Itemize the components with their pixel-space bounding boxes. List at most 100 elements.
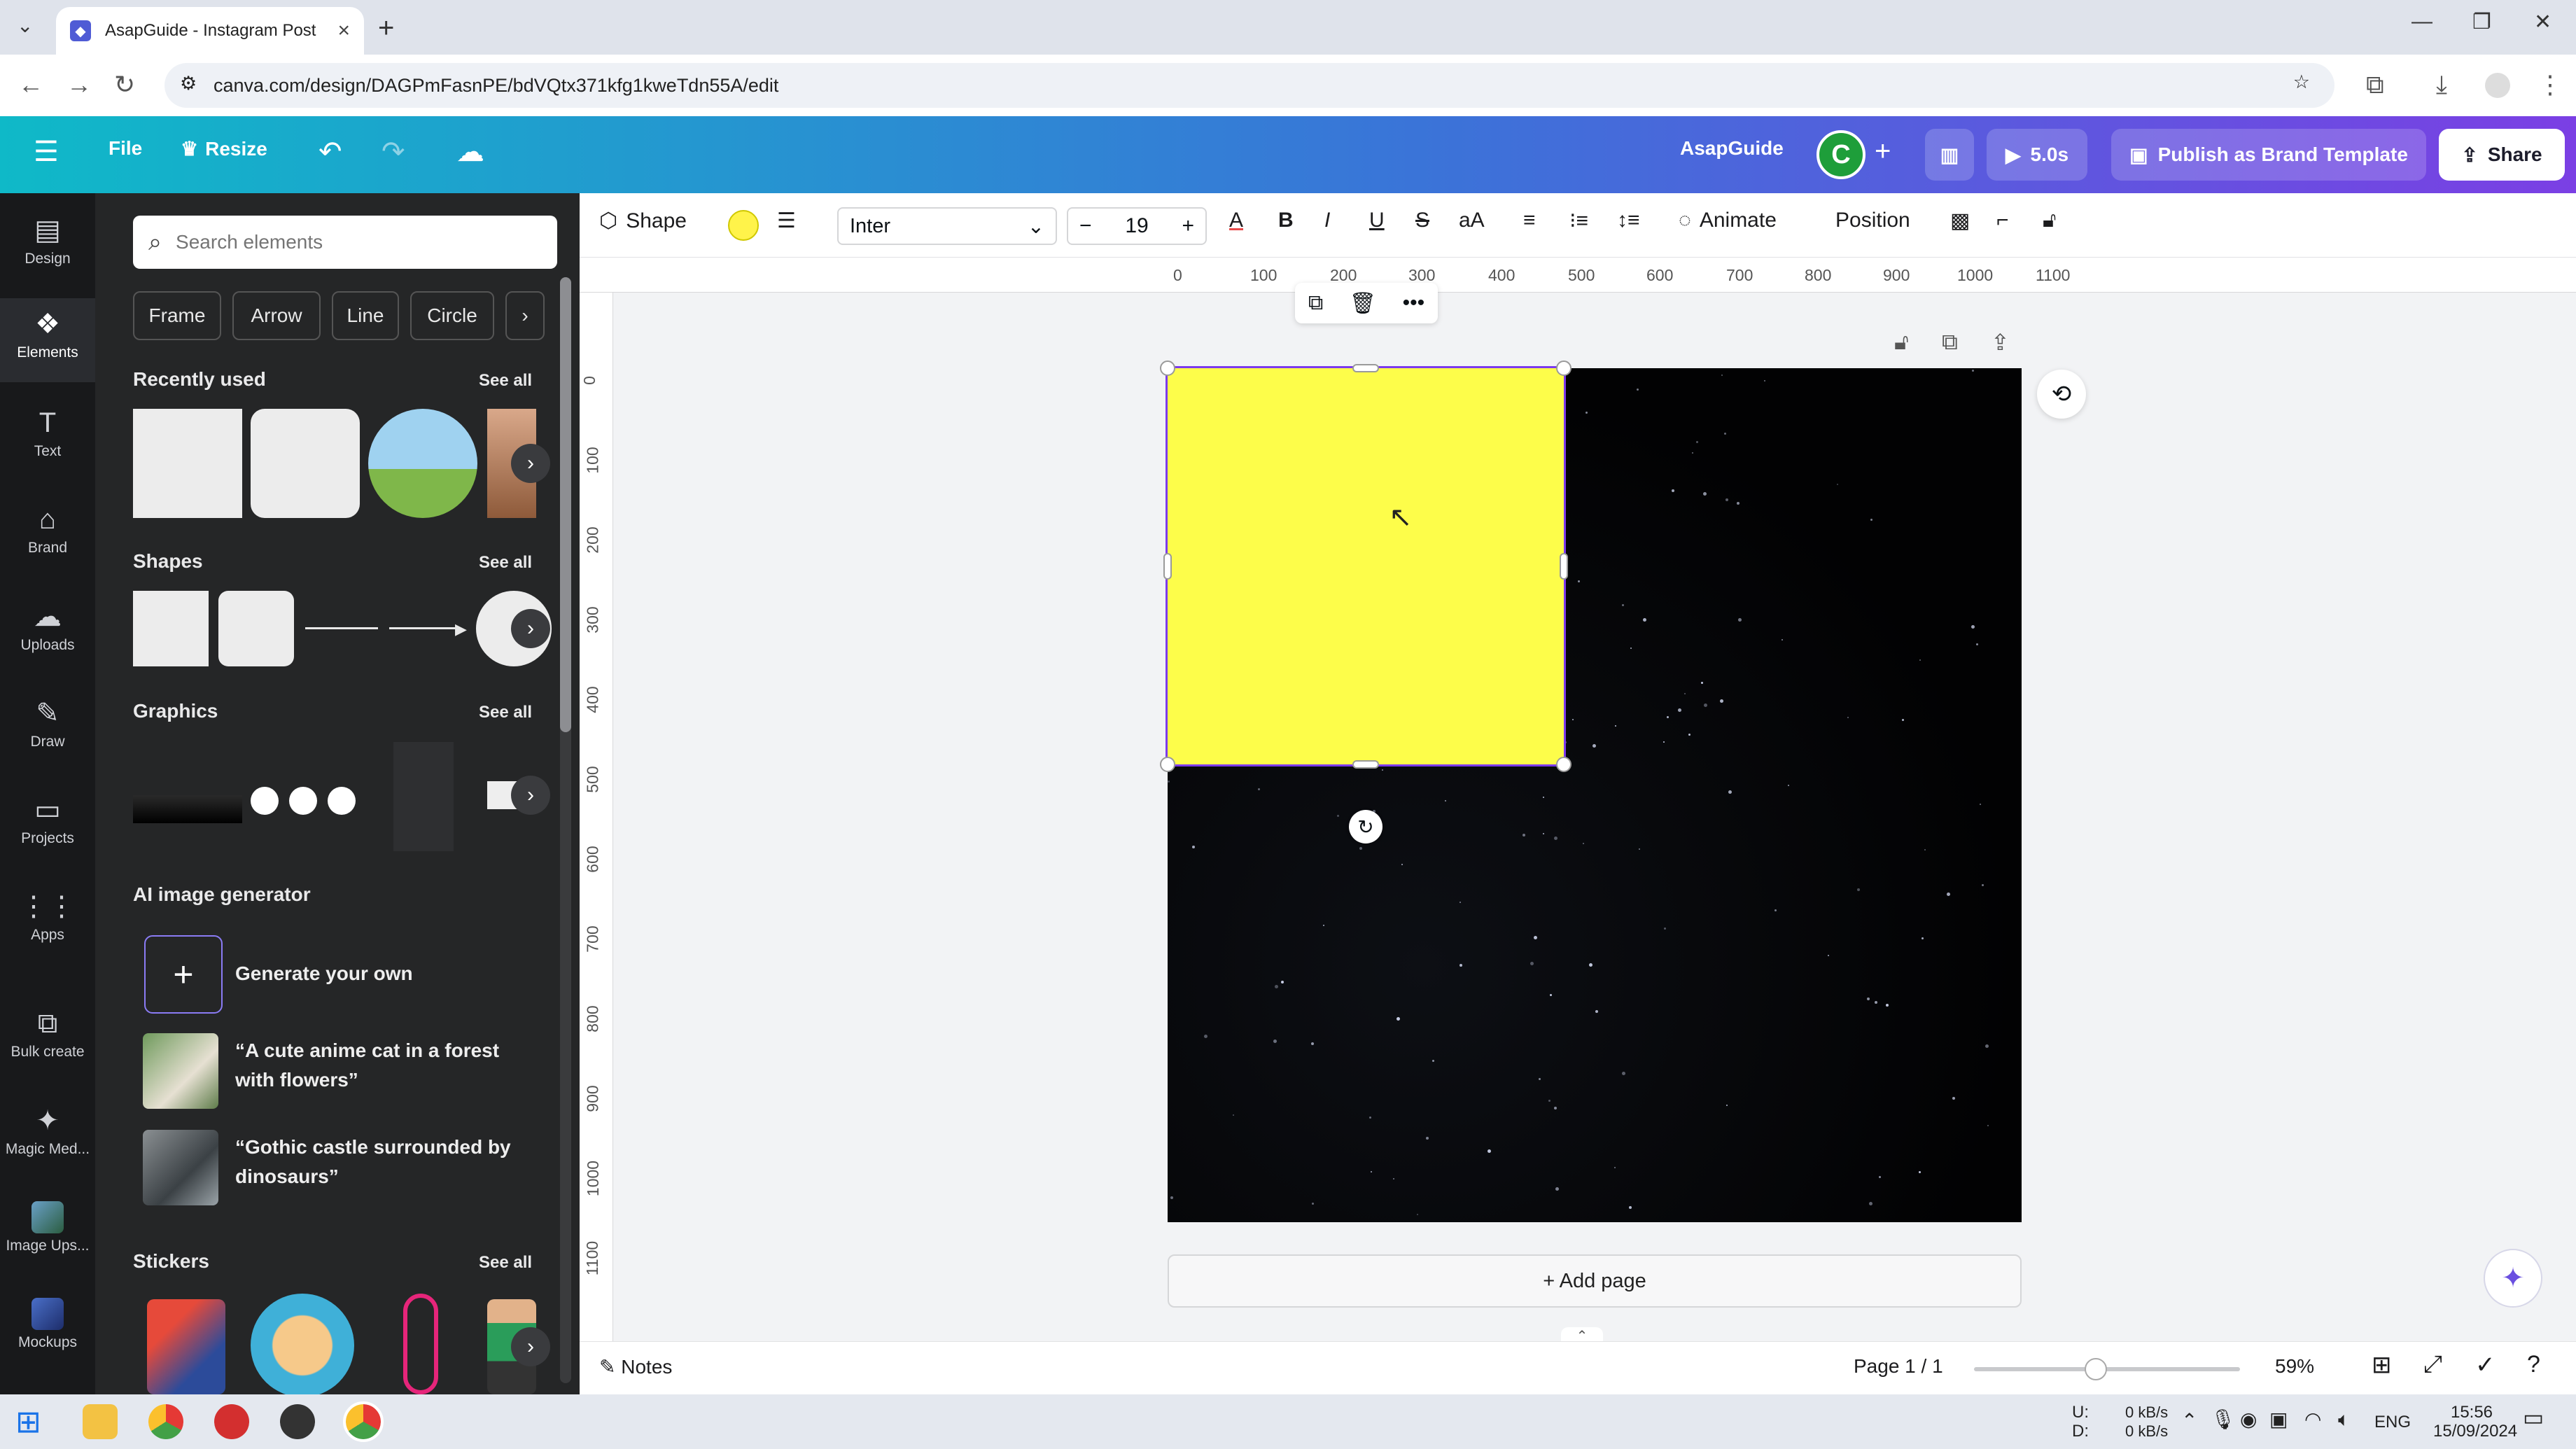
add-page-icon[interactable]: ⇪ — [1991, 329, 2010, 356]
rail-apps[interactable]: ⋮⋮ Apps — [0, 890, 95, 944]
ai-castle-thumbnail[interactable] — [143, 1130, 218, 1205]
browser-tab[interactable]: ◆ AsapGuide - Instagram Post × — [56, 7, 364, 55]
close-icon[interactable]: × — [337, 19, 350, 43]
rail-bulk-create[interactable]: ⧉ Bulk create — [0, 1008, 95, 1060]
sticker-badge[interactable] — [251, 1294, 354, 1394]
rail-magic-media[interactable]: ✦ Magic Med... — [0, 1105, 95, 1158]
duplicate-icon[interactable]: ⧉ — [1308, 291, 1323, 315]
extensions-icon[interactable]: ⧉ — [2366, 70, 2384, 100]
shape-arrow[interactable] — [389, 627, 459, 629]
font-selector[interactable]: Inter ⌄ — [837, 207, 1057, 245]
notifications-icon[interactable]: ▭ — [2523, 1406, 2544, 1429]
minimize-icon[interactable]: — — [2412, 10, 2432, 34]
profile-icon[interactable] — [2485, 73, 2510, 98]
resize-handle-top-right[interactable] — [1556, 360, 1572, 376]
avatar[interactable]: C — [1816, 130, 1865, 179]
main-menu-icon[interactable]: ☰ — [34, 136, 59, 168]
back-icon[interactable]: ← — [18, 70, 43, 99]
rail-text[interactable]: T Text — [0, 407, 95, 460]
selected-yellow-square[interactable] — [1166, 366, 1566, 766]
check-icon[interactable]: ✓ — [2475, 1351, 2496, 1379]
border-style-icon[interactable]: ☰ — [777, 209, 796, 233]
rail-mockups[interactable]: Mockups — [0, 1298, 95, 1351]
camera-icon[interactable]: ◉ — [2240, 1410, 2257, 1429]
ai-prompt-castle[interactable]: “Gothic castle surrounded by dinosaurs” — [235, 1133, 543, 1191]
graphic-black-bar[interactable] — [133, 795, 242, 823]
recorder-icon[interactable] — [214, 1404, 249, 1439]
chrome-active-icon[interactable] — [343, 1401, 384, 1442]
rail-uploads[interactable]: ☁ Uploads — [0, 601, 95, 654]
graphics-see-all[interactable]: See all — [479, 703, 532, 722]
resize-button[interactable]: ♛ Resize — [181, 137, 267, 160]
line-spacing-icon[interactable]: ↕≡ — [1617, 209, 1640, 232]
rail-brand[interactable]: ⌂ Brand — [0, 504, 95, 556]
resize-handle-right[interactable] — [1560, 553, 1568, 580]
add-collaborator-icon[interactable]: + — [1875, 136, 1891, 167]
resize-handle-left[interactable] — [1163, 553, 1172, 580]
download-icon[interactable]: ⤓ — [2436, 70, 2447, 100]
chip-line[interactable]: Line — [332, 291, 399, 340]
publish-brand-template-button[interactable]: ▣ Publish as Brand Template — [2111, 129, 2426, 181]
tray-chevron-icon[interactable]: ⌃ — [2181, 1411, 2197, 1431]
zoom-level[interactable]: 59% — [2275, 1355, 2314, 1378]
window-close-icon[interactable]: ✕ — [2534, 10, 2552, 34]
chevron-up-icon[interactable]: ⌃ — [1561, 1327, 1603, 1344]
shape-button[interactable]: ⬡ Shape — [599, 209, 687, 233]
chevron-right-icon[interactable]: › — [511, 776, 550, 815]
zoom-slider-track[interactable] — [1974, 1367, 2240, 1371]
fullscreen-icon[interactable]: ⤢ — [2423, 1351, 2442, 1378]
ai-prompt-cat[interactable]: “A cute anime cat in a forest with flowe… — [235, 1036, 543, 1095]
underline-icon[interactable]: U — [1369, 209, 1385, 232]
resize-handle-top-left[interactable] — [1160, 360, 1175, 376]
chip-arrow[interactable]: Arrow — [232, 291, 321, 340]
paint-format-icon[interactable]: ⌐ — [1996, 209, 2009, 232]
position-button[interactable]: Position — [1835, 209, 1910, 232]
kebab-menu-icon[interactable]: ⋮ — [2538, 70, 2563, 99]
wifi-icon[interactable]: ◠ — [2304, 1410, 2321, 1429]
rotate-handle-icon[interactable]: ↻ — [1349, 810, 1382, 844]
italic-icon[interactable]: I — [1324, 209, 1330, 232]
mic-icon[interactable]: 🎙︎ — [2211, 1410, 2236, 1429]
chevron-right-icon[interactable]: › — [511, 444, 550, 483]
cloud-save-icon[interactable]: ☁ — [456, 136, 484, 168]
resize-handle-bottom-left[interactable] — [1160, 757, 1175, 772]
fill-color-swatch[interactable] — [728, 210, 759, 241]
language-indicator[interactable]: ENG — [2374, 1413, 2411, 1432]
share-button[interactable]: ⇪ Share — [2439, 129, 2565, 181]
letter-case-icon[interactable]: aA — [1459, 209, 1485, 232]
lock-page-icon[interactable]: 🔓︎ — [1894, 329, 1909, 356]
decrease-size-icon[interactable]: − — [1079, 214, 1092, 238]
graphic-dark-panel[interactable] — [393, 742, 454, 851]
recent-square[interactable] — [133, 409, 242, 518]
recent-landscape-circle[interactable] — [368, 409, 477, 518]
chevron-right-icon[interactable]: › — [505, 291, 545, 340]
more-icon[interactable]: ••• — [1403, 291, 1425, 315]
font-size-value[interactable]: 19 — [1125, 214, 1148, 238]
shapes-see-all[interactable]: See all — [479, 553, 532, 573]
file-menu[interactable]: File — [108, 137, 142, 160]
restore-icon[interactable]: ❐ — [2472, 10, 2491, 34]
text-color-icon[interactable]: A — [1229, 209, 1243, 232]
rail-design[interactable]: ▤ Design — [0, 214, 95, 267]
insights-icon[interactable]: ▥ — [1925, 129, 1974, 181]
forward-icon[interactable]: → — [66, 70, 92, 99]
resize-handle-top[interactable] — [1352, 364, 1379, 372]
reload-icon[interactable]: ↻ — [114, 70, 135, 99]
page-indicator[interactable]: Page 1 / 1 — [1854, 1355, 1943, 1378]
recently-used-see-all[interactable]: See all — [479, 371, 532, 391]
chevron-right-icon[interactable]: › — [511, 609, 550, 648]
rail-image-upscaler[interactable]: Image Ups... — [0, 1201, 95, 1254]
zoom-slider-knob[interactable] — [2085, 1358, 2107, 1380]
magic-assistant-icon[interactable]: ✦ — [2484, 1249, 2542, 1308]
undo-icon[interactable]: ↶ — [318, 136, 342, 168]
increase-size-icon[interactable]: + — [1182, 214, 1194, 238]
delete-icon[interactable]: 🗑︎ — [1350, 291, 1376, 316]
font-size-stepper[interactable]: − 19 + — [1067, 207, 1207, 245]
resize-handle-bottom-right[interactable] — [1556, 757, 1572, 772]
present-button[interactable]: ▶ 5.0s — [1987, 129, 2087, 181]
panel-scrollbar-thumb[interactable] — [560, 277, 571, 732]
shape-line[interactable] — [305, 627, 378, 629]
redo-icon[interactable]: ↷ — [382, 136, 405, 168]
resize-handle-bottom[interactable] — [1352, 760, 1379, 769]
bold-icon[interactable]: B — [1278, 209, 1294, 232]
